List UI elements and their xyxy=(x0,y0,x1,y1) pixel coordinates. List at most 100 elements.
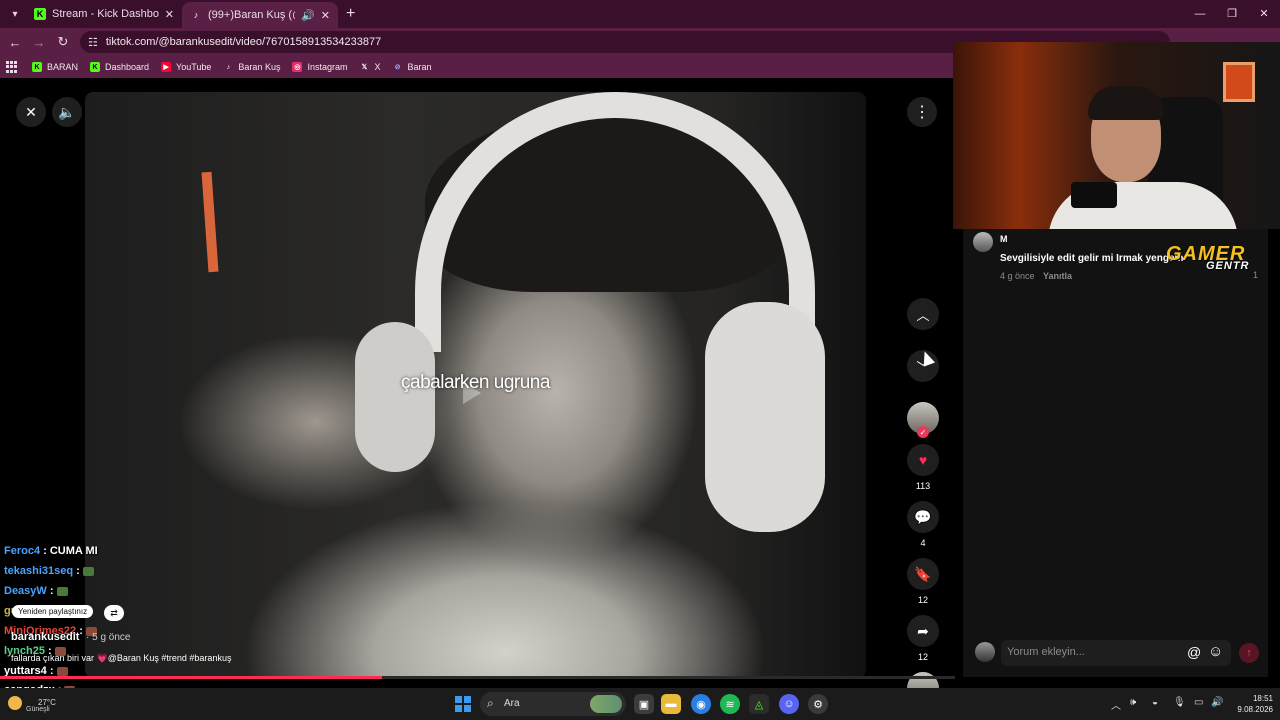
close-window-icon[interactable]: ✕ xyxy=(1248,0,1280,28)
clock-time: 18:51 xyxy=(1252,694,1273,703)
chrome-icon[interactable]: ◉ xyxy=(691,694,711,714)
chat-emote-icon xyxy=(82,566,94,576)
chat-username[interactable]: DeasyW xyxy=(4,585,47,597)
new-tab-button[interactable]: + xyxy=(346,5,355,23)
forward-icon[interactable]: → xyxy=(27,35,51,50)
close-icon[interactable]: ✕ xyxy=(165,8,174,21)
chat-username[interactable]: Feroc4 xyxy=(4,545,40,557)
tab-search-icon[interactable]: ▾ xyxy=(4,4,26,24)
bookmark-instagram[interactable]: ◎ Instagram xyxy=(292,62,347,72)
comments-panel: M Sevgilisiyle edit gelir mi Irmak yenge… xyxy=(963,229,1268,677)
file-explorer-icon[interactable]: ▬ xyxy=(661,694,681,714)
bookmark-icon[interactable]: 🔖 xyxy=(907,558,939,590)
chat-text: : xyxy=(73,565,80,577)
bookmark-label: Baran xyxy=(407,62,432,72)
system-clock[interactable]: 18:51 9.08.2026 xyxy=(1231,693,1273,715)
mention-icon[interactable]: @ xyxy=(1187,644,1201,660)
site-info-icon[interactable]: ☷ xyxy=(88,36,98,49)
comment-time: 4 g önce xyxy=(1000,271,1035,281)
bookmark-label: X xyxy=(374,62,381,72)
spotify-icon[interactable]: ≋ xyxy=(720,694,740,714)
comment-input[interactable]: Yorum ekleyin... @ ☺ xyxy=(1001,640,1231,666)
discord-icon[interactable]: ☺ xyxy=(779,694,799,714)
tab-kick-dashboard[interactable]: K Stream - Kick Dashboard ✕ xyxy=(26,0,182,28)
comment-placeholder: Yorum ekleyin... xyxy=(1007,646,1085,658)
taskbar-search[interactable]: ⌕ Ara xyxy=(480,692,626,716)
save-count: 12 xyxy=(917,595,928,605)
restore-icon[interactable]: ❐ xyxy=(1216,0,1248,28)
kick-icon: K xyxy=(34,8,46,20)
tab-title: (99+)Baran Kuş (@barankusedit) xyxy=(208,9,295,21)
network-icon[interactable]: ▭ xyxy=(1194,697,1203,708)
more-options-icon[interactable]: ⋮ xyxy=(907,97,937,127)
comment-count: 4 xyxy=(920,538,926,548)
close-icon[interactable]: ✕ xyxy=(321,9,330,22)
bookmark-dashboard[interactable]: K Dashboard xyxy=(90,62,149,72)
close-icon[interactable]: ✕ xyxy=(16,97,46,127)
streamer-hair xyxy=(1088,86,1164,120)
search-label: Ara xyxy=(504,698,520,709)
tiktok-icon: ♪ xyxy=(226,63,231,71)
comment-username[interactable]: M xyxy=(1000,234,1008,244)
share-arrow-icon[interactable]: ➦ xyxy=(907,615,939,647)
microphone xyxy=(1071,182,1117,208)
minimize-icon[interactable]: — xyxy=(1184,0,1216,28)
bookmark-label: Dashboard xyxy=(105,62,150,72)
tiktok-icon: ♪ xyxy=(193,10,199,20)
video-player[interactable]: çabalarken ugruna xyxy=(85,92,866,678)
tab-tiktok[interactable]: ♪ (99+)Baran Kuş (@barankusedit) 🔊 ✕ xyxy=(182,2,338,28)
wall-frame xyxy=(1223,62,1255,102)
bookmark-youtube[interactable]: ▶ YouTube xyxy=(161,62,211,72)
tiktok-video-page: ✕ 🔈 ⋮ çabalarken ugruna ︿ ﹀ ✓ ♥ 113 💬 4 … xyxy=(0,81,955,704)
bookmark-label: Baran Kuş xyxy=(238,62,281,72)
streaming-app-icon[interactable]: ◬ xyxy=(749,694,769,714)
microphone-icon[interactable]: 🎙 xyxy=(1173,697,1186,708)
bookmark-baran-kick[interactable]: K BARAN xyxy=(32,62,78,72)
bookmark-baran[interactable]: ⊘ Baran xyxy=(393,62,432,72)
chevron-up-icon[interactable]: ︿ xyxy=(1111,697,1121,712)
previous-video-chevron-up-icon[interactable]: ︿ xyxy=(907,298,939,330)
chat-message: DeasyW : xyxy=(4,585,68,597)
comment-text: Sevgilisiyle edit gelir mi Irmak yengem xyxy=(1000,253,1184,264)
window-controls: — ❐ ✕ xyxy=(1184,0,1280,28)
headphone-earcup-right xyxy=(705,302,825,532)
share-count: 12 xyxy=(917,652,928,662)
emoji-icon[interactable]: ☺ xyxy=(1208,643,1223,660)
back-icon[interactable]: ← xyxy=(3,35,27,50)
task-view-icon[interactable]: ▣ xyxy=(634,694,654,714)
apps-icon[interactable] xyxy=(6,61,18,73)
background-pencil xyxy=(201,171,219,273)
video-post-time: · 5 g önce xyxy=(86,632,131,643)
weather-widget[interactable]: 27°C Güneşli xyxy=(4,692,104,716)
creator-avatar[interactable]: ✓ xyxy=(907,402,939,438)
logo-line-2: GENTR xyxy=(1206,260,1250,272)
audio-device-icon[interactable]: 🕪 xyxy=(1130,697,1136,708)
reply-button[interactable]: Yanıtla xyxy=(1043,271,1072,281)
bookmark-x[interactable]: 𝕏X xyxy=(359,62,381,72)
gamer-gentr-logo: GAMER GENTR xyxy=(1166,243,1278,275)
video-author[interactable]: barankusedit xyxy=(11,631,79,643)
send-arrow-icon[interactable]: ↑ xyxy=(1239,643,1259,663)
commenter-avatar[interactable] xyxy=(973,232,993,252)
speaker-icon[interactable]: 🔊 xyxy=(301,9,315,22)
follow-icon[interactable]: ✓ xyxy=(917,426,929,438)
windows-start-icon[interactable] xyxy=(455,696,471,712)
video-progress-bar[interactable] xyxy=(0,676,955,679)
like-count: 113 xyxy=(915,481,931,491)
discord-tray-icon[interactable]: ◒ xyxy=(1152,697,1158,708)
video-progress-fill xyxy=(0,676,382,679)
repost-icon[interactable]: ⇄ xyxy=(104,605,124,621)
repost-bubble: Yeniden paylaştınız xyxy=(12,605,94,618)
bookmark-baran-kus[interactable]: ♪ Baran Kuş xyxy=(223,62,281,72)
weather-desc: Güneşli xyxy=(26,706,50,713)
volume-icon[interactable]: 🔈 xyxy=(52,97,82,127)
search-highlight-image xyxy=(590,695,622,713)
chat-text: : xyxy=(46,585,54,597)
like-heart-icon[interactable]: ♥ xyxy=(907,444,939,476)
volume-tray-icon[interactable]: 🔊 xyxy=(1211,697,1223,708)
reload-icon[interactable]: ↻ xyxy=(51,34,75,50)
youtube-icon: ▶ xyxy=(161,62,172,72)
comment-icon[interactable]: 💬 xyxy=(907,501,939,533)
steam-icon[interactable]: ⚙ xyxy=(808,694,828,714)
chat-username[interactable]: tekashi31seq xyxy=(4,565,73,577)
